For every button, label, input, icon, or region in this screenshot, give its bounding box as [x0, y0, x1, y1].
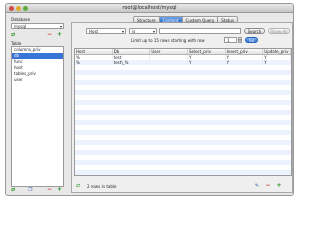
tab-bar: Structure Content Custom Query Status	[133, 16, 239, 23]
table-cell[interactable]	[150, 60, 188, 65]
remove-table-button[interactable]: −	[47, 187, 52, 193]
tab-status[interactable]: Status	[218, 16, 239, 23]
empty-row	[75, 170, 291, 175]
database-toolbar: ⇄ − +	[11, 32, 64, 39]
table-body: % test Y Y Y% test\_% Y Y Y	[75, 55, 291, 175]
table-list: columns_priv db func host tables_priv user	[11, 46, 64, 187]
content-panel: Host ▾ is ▾ Search Show All Limit up to …	[71, 22, 293, 193]
table-cell[interactable]: Y	[188, 60, 226, 65]
filter-column-value: Host	[89, 29, 99, 34]
duplicate-icon[interactable]: ❐	[28, 187, 32, 193]
table-cell[interactable]: test\_%	[113, 60, 151, 65]
table-cell[interactable]: Y	[263, 60, 291, 65]
window-title: root@localhost/mysql	[122, 5, 177, 11]
chevron-down-icon: ▾	[121, 29, 124, 34]
status-bar: ⇄ 2 rows in table ✎ − +	[72, 181, 292, 191]
column-header[interactable]: Db	[113, 49, 151, 54]
database-select-value: mysql	[14, 24, 26, 29]
table-row[interactable]: % test\_% Y Y Y	[75, 60, 291, 65]
column-header[interactable]: Host	[75, 49, 113, 54]
refresh-icon[interactable]: ⇄	[11, 32, 15, 38]
results-table: Host Db User Select_priv Insert_priv Update_p…	[74, 48, 292, 176]
table-list-item[interactable]: user	[12, 77, 63, 83]
database-select[interactable]: mysql ▾	[11, 23, 64, 29]
tab-custom-query[interactable]: Custom Query	[182, 16, 219, 23]
sidebar: Database mysql ▾ ⇄ − + Table columns_pri…	[9, 15, 67, 193]
column-header[interactable]: Select_priv	[188, 49, 226, 54]
add-table-button[interactable]: +	[57, 187, 62, 193]
remove-row-button[interactable]: −	[265, 183, 271, 189]
limit-label: Limit up to 15 rows starting with row	[131, 38, 205, 43]
limit-start-input[interactable]: 1	[224, 37, 237, 43]
tab-content[interactable]: Content	[159, 16, 183, 23]
title-bar: root@localhost/mysql	[6, 4, 293, 13]
column-header[interactable]: Insert_priv	[226, 49, 264, 54]
remove-database-button[interactable]: −	[47, 32, 52, 38]
table-cell[interactable]: %	[75, 60, 113, 65]
app-window: root@localhost/mysql Database mysql ▾ ⇄ …	[5, 3, 294, 196]
add-database-button[interactable]: +	[57, 32, 62, 38]
table-toolbar: ⇄ ❐ − +	[11, 187, 64, 194]
add-row-button[interactable]: +	[276, 183, 282, 189]
database-label: Database	[11, 17, 31, 22]
filter-operator-value: is	[132, 29, 136, 34]
go-button[interactable]: Go	[245, 37, 258, 43]
limit-stepper[interactable]: ▴ ▾	[238, 37, 242, 43]
table-cell[interactable]: Y	[226, 60, 264, 65]
chevron-down-icon: ▾	[59, 24, 62, 29]
chevron-down-icon: ▾	[152, 29, 155, 34]
column-header[interactable]: Update_priv	[263, 49, 291, 54]
filter-column-select[interactable]: Host ▾	[86, 28, 126, 34]
refresh-icon[interactable]: ⇄	[75, 183, 81, 189]
tab-structure[interactable]: Structure	[133, 16, 160, 23]
main-content: Host ▾ is ▾ Search Show All Limit up to …	[69, 15, 293, 193]
edit-icon[interactable]: ✎	[254, 183, 260, 189]
rows-count-label: 2 rows in table	[87, 184, 117, 189]
filter-operator-select[interactable]: is ▾	[129, 28, 157, 34]
search-button[interactable]: Search	[244, 28, 265, 34]
column-header[interactable]: User	[150, 49, 188, 54]
filter-value-input[interactable]	[159, 28, 241, 34]
show-all-button[interactable]: Show All	[268, 28, 290, 34]
refresh-tables-icon[interactable]: ⇄	[11, 187, 15, 193]
